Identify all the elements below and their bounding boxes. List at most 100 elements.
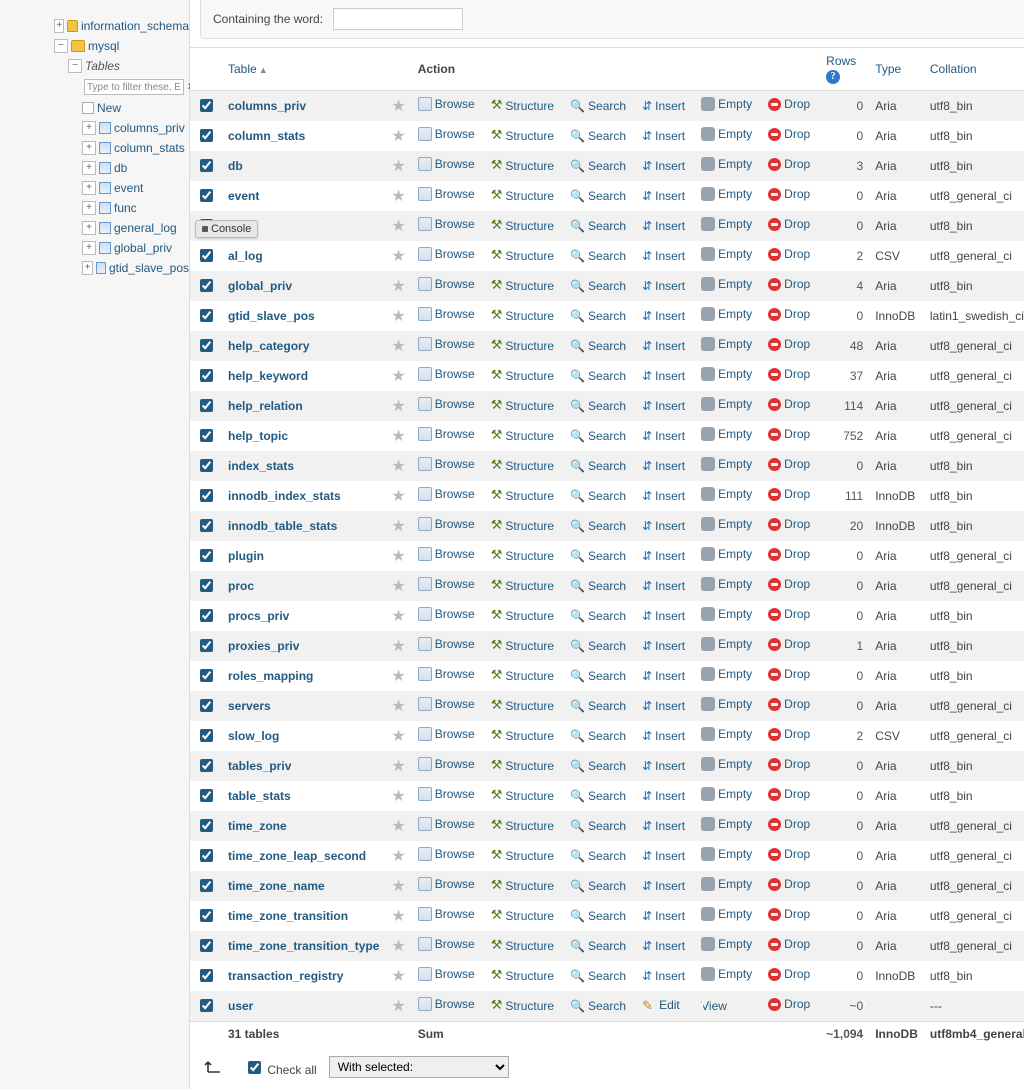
action-search[interactable]: 🔍Search <box>570 339 626 353</box>
action-browse[interactable]: Browse <box>418 997 475 1011</box>
col-rows[interactable]: Rows ? <box>820 48 869 91</box>
row-checkbox[interactable] <box>200 309 213 322</box>
action-browse[interactable]: Browse <box>418 667 475 681</box>
row-checkbox[interactable] <box>200 549 213 562</box>
action-insert[interactable]: ⇵Insert <box>642 369 685 383</box>
action-structure[interactable]: ⚒Structure <box>491 518 554 534</box>
action-search[interactable]: 🔍Search <box>570 489 626 503</box>
table-name-link[interactable]: servers <box>228 699 271 713</box>
row-checkbox[interactable] <box>200 99 213 112</box>
favorite-toggle[interactable]: ★ <box>391 968 405 985</box>
action-drop[interactable]: Drop <box>768 307 810 321</box>
action-structure[interactable]: ⚒Structure <box>491 548 554 564</box>
action-browse[interactable]: Browse <box>418 487 475 501</box>
action-drop[interactable]: Drop <box>768 577 810 591</box>
action-drop[interactable]: Drop <box>768 937 810 951</box>
action-drop[interactable]: Drop <box>768 877 810 891</box>
action-empty[interactable]: Empty <box>701 637 752 651</box>
action-drop[interactable]: Drop <box>768 427 810 441</box>
favorite-toggle[interactable]: ★ <box>391 188 405 205</box>
action-search[interactable]: 🔍Search <box>570 309 626 323</box>
expand-icon[interactable]: − <box>54 39 68 53</box>
action-drop[interactable]: Drop <box>768 247 810 261</box>
row-checkbox[interactable] <box>200 429 213 442</box>
action-drop[interactable]: Drop <box>768 757 810 771</box>
action-insert[interactable]: ⇵Insert <box>642 189 685 203</box>
tree-table-item[interactable]: + func <box>82 198 189 218</box>
table-name-link[interactable]: db <box>228 159 243 173</box>
action-drop[interactable]: Drop <box>768 817 810 831</box>
table-name-link[interactable]: tables_priv <box>228 759 291 773</box>
action-edit[interactable]: Edit <box>642 998 680 1012</box>
action-search[interactable]: 🔍Search <box>570 669 626 683</box>
expand-icon[interactable]: + <box>82 241 96 255</box>
action-drop[interactable]: Drop <box>768 97 810 111</box>
action-empty[interactable]: Empty <box>701 967 752 981</box>
tree-table-item[interactable]: + event <box>82 178 189 198</box>
action-search[interactable]: 🔍Search <box>570 729 626 743</box>
table-name-link[interactable]: help_topic <box>228 429 288 443</box>
action-empty[interactable]: Empty <box>701 127 752 141</box>
action-insert[interactable]: ⇵Insert <box>642 489 685 503</box>
favorite-toggle[interactable]: ★ <box>391 338 405 355</box>
action-insert[interactable]: ⇵Insert <box>642 249 685 263</box>
action-browse[interactable]: Browse <box>418 97 475 111</box>
favorite-toggle[interactable]: ★ <box>391 728 405 745</box>
action-drop[interactable]: Drop <box>768 787 810 801</box>
table-name-link[interactable]: proxies_priv <box>228 639 299 653</box>
favorite-toggle[interactable]: ★ <box>391 608 405 625</box>
table-name-link[interactable]: help_keyword <box>228 369 308 383</box>
row-checkbox[interactable] <box>200 969 213 982</box>
action-empty[interactable]: Empty <box>701 547 752 561</box>
action-empty[interactable]: Empty <box>701 457 752 471</box>
action-browse[interactable]: Browse <box>418 187 475 201</box>
action-structure[interactable]: ⚒Structure <box>491 338 554 354</box>
action-structure[interactable]: ⚒Structure <box>491 938 554 954</box>
favorite-toggle[interactable]: ★ <box>391 158 405 175</box>
table-name-link[interactable]: global_priv <box>228 279 292 293</box>
favorite-toggle[interactable]: ★ <box>391 128 405 145</box>
row-checkbox[interactable] <box>200 159 213 172</box>
expand-icon[interactable]: + <box>82 121 96 135</box>
action-drop[interactable]: Drop <box>768 127 810 141</box>
action-structure[interactable]: ⚒Structure <box>491 998 554 1014</box>
action-drop[interactable]: Drop <box>768 277 810 291</box>
row-checkbox[interactable] <box>200 399 213 412</box>
check-all[interactable]: Check all <box>244 1058 317 1077</box>
tables-group[interactable]: − Tables <box>68 56 189 76</box>
action-browse[interactable]: Browse <box>418 127 475 141</box>
action-structure[interactable]: ⚒Structure <box>491 638 554 654</box>
action-browse[interactable]: Browse <box>418 787 475 801</box>
action-search[interactable]: 🔍Search <box>570 129 626 143</box>
action-drop[interactable]: Drop <box>768 187 810 201</box>
favorite-toggle[interactable]: ★ <box>391 548 405 565</box>
row-checkbox[interactable] <box>200 519 213 532</box>
row-checkbox[interactable] <box>200 819 213 832</box>
action-browse[interactable]: Browse <box>418 367 475 381</box>
action-structure[interactable]: ⚒Structure <box>491 128 554 144</box>
action-browse[interactable]: Browse <box>418 277 475 291</box>
action-drop[interactable]: Drop <box>768 517 810 531</box>
action-structure[interactable]: ⚒Structure <box>491 578 554 594</box>
console-toggle[interactable]: Console <box>195 220 258 238</box>
action-empty[interactable]: Empty <box>701 427 752 441</box>
action-search[interactable]: 🔍Search <box>570 819 626 833</box>
action-structure[interactable]: ⚒Structure <box>491 488 554 504</box>
action-insert[interactable]: ⇵Insert <box>642 789 685 803</box>
new-table[interactable]: New <box>82 98 189 118</box>
expand-icon[interactable]: + <box>82 201 96 215</box>
action-empty[interactable]: Empty <box>701 487 752 501</box>
table-name-link[interactable]: al_log <box>228 249 263 263</box>
rows-hint-icon[interactable]: ? <box>826 70 840 84</box>
action-empty[interactable]: Empty <box>701 607 752 621</box>
action-empty[interactable]: Empty <box>701 787 752 801</box>
row-checkbox[interactable] <box>200 999 213 1012</box>
action-empty[interactable]: Empty <box>701 757 752 771</box>
table-name-link[interactable]: index_stats <box>228 459 294 473</box>
action-drop[interactable]: Drop <box>768 547 810 561</box>
action-empty[interactable]: Empty <box>701 667 752 681</box>
action-search[interactable]: 🔍Search <box>570 219 626 233</box>
expand-icon[interactable]: + <box>82 261 93 275</box>
action-empty[interactable]: Empty <box>701 367 752 381</box>
action-browse[interactable]: Browse <box>418 697 475 711</box>
